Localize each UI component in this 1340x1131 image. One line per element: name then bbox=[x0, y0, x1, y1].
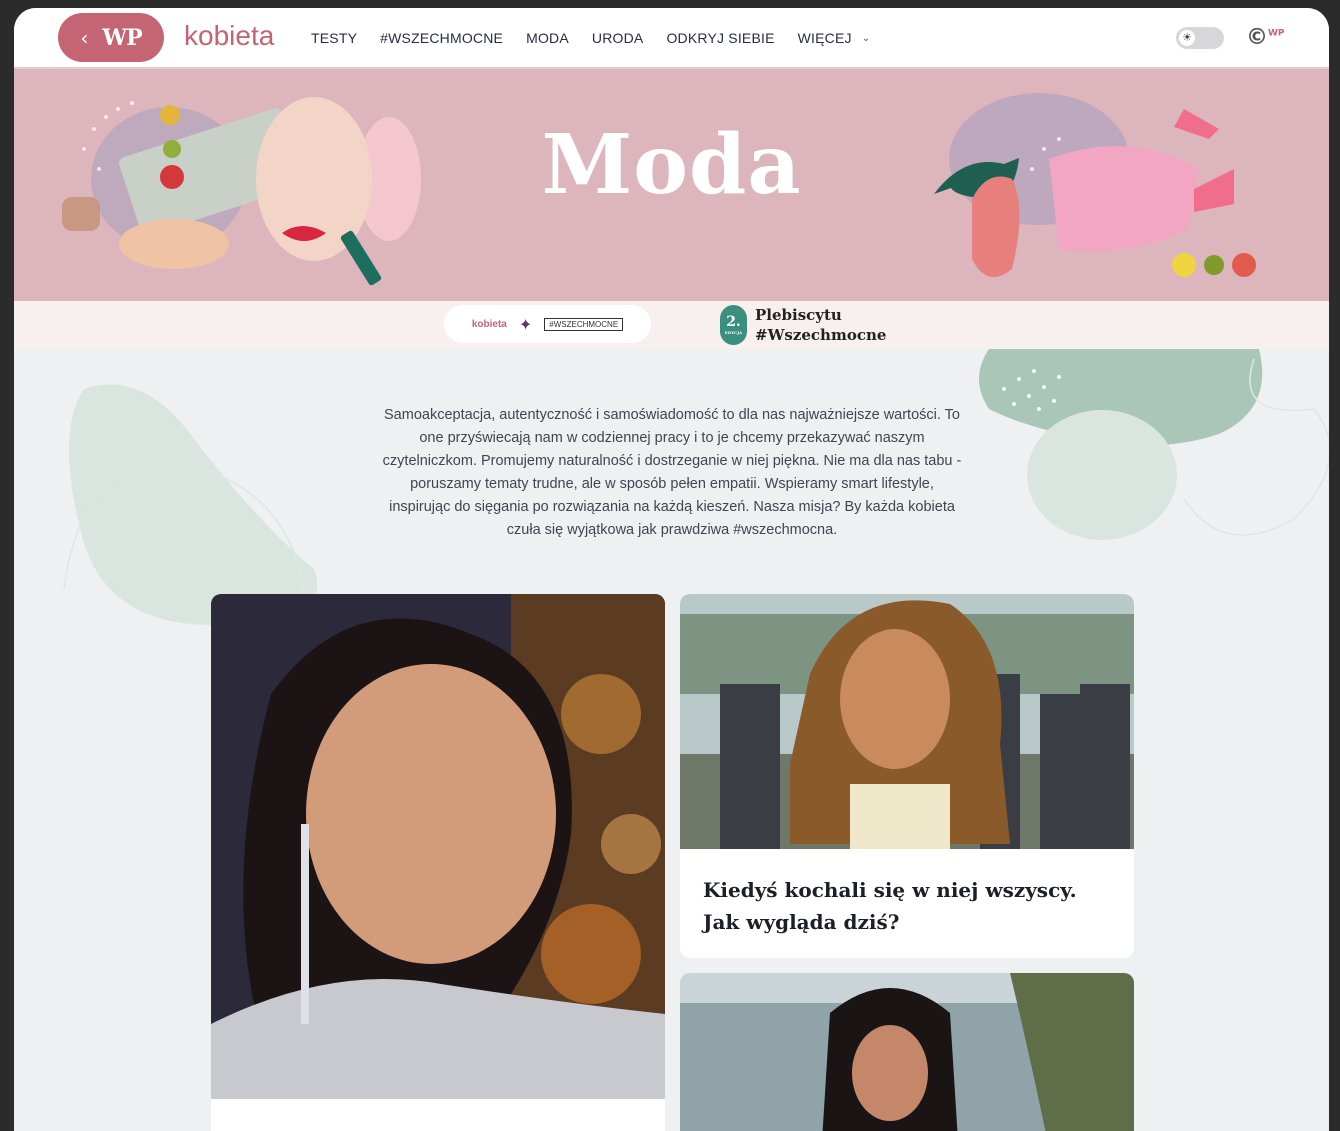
earring-coral bbox=[1232, 253, 1256, 277]
menu-item-odkryj-siebie[interactable]: ODKRYJ SIEBIE bbox=[666, 30, 774, 46]
wp-corner-logo[interactable]: ©WP bbox=[1246, 25, 1285, 50]
menu-item-uroda[interactable]: URODA bbox=[592, 30, 644, 46]
chevron-down-icon: ⌄ bbox=[861, 32, 871, 44]
earring-olive bbox=[1204, 255, 1224, 275]
woman-face bbox=[852, 1025, 928, 1121]
article-card-featured[interactable] bbox=[211, 594, 665, 1131]
edition-badge: 2. EDYCJA bbox=[720, 305, 747, 345]
pink-heel-bottom bbox=[1194, 169, 1234, 212]
sun-icon: ☀ bbox=[1179, 30, 1195, 46]
pink-heel-top bbox=[1174, 109, 1219, 139]
woman-top bbox=[850, 784, 950, 849]
bokeh-2 bbox=[541, 904, 641, 1004]
plebiscyt-link[interactable]: 2. EDYCJA Plebiscytu #Wszechmocne bbox=[720, 305, 886, 345]
article-image bbox=[680, 973, 1134, 1131]
decor-blob-right-light bbox=[1027, 410, 1177, 540]
article-title[interactable]: Kiedyś kochali się w niej wszyscy. Jak w… bbox=[703, 874, 1103, 938]
decor-blob-left bbox=[69, 384, 318, 625]
woman-face bbox=[306, 664, 556, 964]
wp-corner-logo-mark: © bbox=[1246, 25, 1268, 50]
wszechmocne-figure-icon: ✦ bbox=[518, 314, 533, 334]
menu-item-moda[interactable]: MODA bbox=[526, 30, 569, 46]
menu-more-label: WIĘCEJ bbox=[797, 30, 852, 46]
menu-item-wiecej[interactable]: WIĘCEJ ⌄ bbox=[798, 30, 871, 46]
article-card[interactable]: Kiedyś kochali się w niej wszyscy. Jak w… bbox=[680, 594, 1134, 958]
brand-logo[interactable]: kobieta bbox=[184, 20, 274, 52]
article-image-featured bbox=[211, 594, 665, 1099]
category-banner: Moda bbox=[14, 69, 1329, 301]
edition-number: 2. bbox=[726, 314, 741, 330]
plebiscyt-line1: Plebiscytu bbox=[755, 306, 842, 324]
plebiscyt-bar: kobieta ✦ #WSZECHMOCNE 2. EDYCJA Plebisc… bbox=[14, 301, 1329, 349]
wp-corner-logo-text: WP bbox=[1268, 28, 1285, 39]
kobieta-mini-logo: kobieta bbox=[471, 318, 507, 330]
article-image bbox=[680, 594, 1134, 849]
menu-item-testy[interactable]: TESTY bbox=[311, 30, 357, 46]
intro-text: Samoakceptacja, autentyczność i samoświa… bbox=[382, 407, 962, 538]
wszechmocne-mini-logo: #WSZECHMOCNE bbox=[544, 317, 624, 331]
bokeh-3 bbox=[601, 814, 661, 874]
shoe bbox=[972, 176, 1020, 277]
earring-yellow bbox=[1172, 253, 1196, 277]
main-menu: TESTY #WSZECHMOCNE MODA URODA ODKRYJ SIE… bbox=[311, 30, 893, 46]
menu-item-wszechmocne[interactable]: #WSZECHMOCNE bbox=[380, 30, 503, 46]
plebiscyt-line2: #Wszechmocne bbox=[755, 326, 887, 344]
top-navigation: ‹ WP kobieta TESTY #WSZECHMOCNE MODA URO… bbox=[14, 8, 1329, 69]
lipstick bbox=[340, 230, 382, 286]
wp-logo: WP bbox=[102, 24, 142, 51]
earring-long bbox=[301, 824, 309, 1024]
edition-caption: EDYCJA bbox=[724, 330, 743, 335]
plebiscyt-text: Plebiscytu #Wszechmocne bbox=[755, 305, 886, 345]
wp-home-button[interactable]: ‹ WP bbox=[58, 13, 164, 62]
bokeh-1 bbox=[561, 674, 641, 754]
chevron-left-icon: ‹ bbox=[80, 25, 89, 50]
hand-bottom bbox=[119, 219, 229, 269]
article-card[interactable] bbox=[680, 973, 1134, 1131]
theme-toggle[interactable]: ☀ bbox=[1176, 27, 1224, 49]
pink-outfit bbox=[1049, 146, 1199, 252]
browser-window: ‹ WP kobieta TESTY #WSZECHMOCNE MODA URO… bbox=[14, 8, 1329, 1131]
partner-logos[interactable]: kobieta ✦ #WSZECHMOCNE bbox=[444, 305, 651, 343]
woman-face bbox=[840, 629, 950, 769]
banner-right-collage bbox=[934, 93, 1256, 277]
